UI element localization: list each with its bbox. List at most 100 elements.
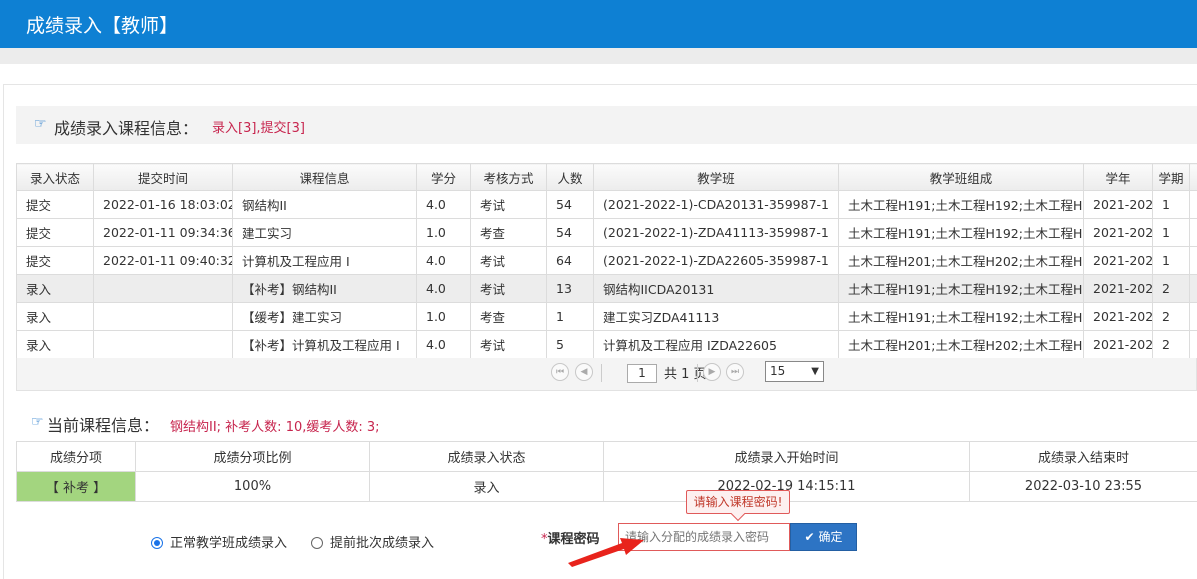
table-cell: 土木工程H191;土木工程H192;土木工程H — [838, 274, 1084, 303]
table-row[interactable]: 提交 2022-01-16 18:03:02 钢结构II 4.0 考试 54 (2021-2… — [16, 190, 1197, 219]
last-page-icon[interactable]: ⏭ — [726, 363, 744, 381]
table-cell: 【补考】钢结构II — [232, 274, 417, 303]
table-cell-spacer — [1189, 274, 1197, 303]
table-cell: 2022-01-11 09:40:32 — [93, 246, 233, 275]
radio-checked-icon[interactable] — [151, 537, 163, 549]
table-cell: 13 — [546, 274, 594, 303]
table-cell: 2021-2022 — [1083, 190, 1153, 219]
table-cell: 64 — [546, 246, 594, 275]
table-header-row: 成绩分项 成绩分项比例 成绩录入状态 成绩录入开始时间 成绩录入结束时 — [16, 441, 1197, 472]
column-header[interactable]: 学年 — [1083, 163, 1153, 191]
course-table: 录入状态 提交时间 课程信息 学分 考核方式 人数 教学班 教学班组成 学年 学… — [16, 163, 1197, 359]
header-divider — [0, 48, 1197, 64]
radio-early-entry[interactable]: 提前批次成绩录入 — [311, 532, 434, 551]
confirm-button[interactable]: ✔ 确定 — [790, 523, 857, 551]
first-page-icon[interactable]: ⏮ — [551, 363, 569, 381]
table-cell: 考试 — [470, 246, 547, 275]
radio-normal-entry[interactable]: 正常教学班成绩录入 — [151, 532, 287, 551]
table-cell-spacer — [1189, 302, 1197, 331]
table-cell: 2 — [1152, 330, 1190, 359]
table-cell: 100% — [135, 471, 370, 502]
table-cell: (2021-2022-1)-ZDA22605-359987-1 — [593, 246, 839, 275]
column-header: 成绩录入状态 — [369, 441, 604, 472]
table-cell: 2021-2022 — [1083, 274, 1153, 303]
course-info-header: ☞ 成绩录入课程信息： 录入[3],提交[3] — [16, 106, 1197, 144]
prev-page-icon[interactable]: ◀ — [575, 363, 593, 381]
pointing-hand-icon: ☞ — [34, 116, 47, 132]
pagination-bar: ⏮ ◀ 1 共 1 页 ▶ ⏭ 15 ▼ — [16, 358, 1197, 391]
page-number-input[interactable]: 1 — [627, 364, 657, 383]
table-cell: 钢结构IICDA20131 — [593, 274, 839, 303]
table-cell: 提交 — [16, 218, 94, 247]
table-cell — [93, 302, 233, 331]
table-cell: 钢结构II — [232, 190, 417, 219]
column-header[interactable]: 教学班组成 — [838, 163, 1084, 191]
table-cell: 54 — [546, 218, 594, 247]
column-header: 成绩分项比例 — [135, 441, 370, 472]
column-header[interactable]: 提交时间 — [93, 163, 233, 191]
table-cell: 1 — [1152, 218, 1190, 247]
table-cell: 【缓考】建工实习 — [232, 302, 417, 331]
annotation-arrow-shape — [568, 538, 644, 567]
table-cell: 5 — [546, 330, 594, 359]
table-cell: 提交 — [16, 246, 94, 275]
table-cell: 2021-2022 — [1083, 218, 1153, 247]
pager-separator — [601, 364, 602, 382]
table-cell: 计算机及工程应用 IZDA22605 — [593, 330, 839, 359]
table-row[interactable]: 提交 2022-01-11 09:40:32 计算机及工程应用 I 4.0 考试 64 (2… — [16, 246, 1197, 275]
table-cell: 土木工程H191;土木工程H192;土木工程H — [838, 218, 1084, 247]
table-row[interactable]: 录入 【补考】钢结构II 4.0 考试 13 钢结构IICDA20131 土木工程H191;… — [16, 274, 1197, 303]
table-cell: 土木工程H201;土木工程H202;土木工程H2 — [838, 330, 1084, 359]
table-cell: 【补考】计算机及工程应用 I — [232, 330, 417, 359]
table-cell: 4.0 — [416, 274, 471, 303]
table-cell: 考试 — [470, 330, 547, 359]
table-cell-spacer — [1189, 218, 1197, 247]
table-cell: 2022-03-10 23:55 — [969, 471, 1197, 502]
radio-unchecked-icon[interactable] — [311, 537, 323, 549]
column-header[interactable]: 录入状态 — [16, 163, 94, 191]
table-cell: 建工实习ZDA41113 — [593, 302, 839, 331]
table-row[interactable]: 提交 2022-01-11 09:34:36 建工实习 1.0 考查 54 (2021-20… — [16, 218, 1197, 247]
table-cell: 4.0 — [416, 246, 471, 275]
grade-item-cell[interactable]: 【 补考 】 — [16, 471, 136, 502]
table-cell: 考试 — [470, 190, 547, 219]
page-title: 成绩录入【教师】 — [26, 15, 179, 37]
table-row[interactable]: 录入 【缓考】建工实习 1.0 考查 1 建工实习ZDA41113 土木工程H191;土木工… — [16, 302, 1197, 331]
confirm-button-label: 确定 — [818, 530, 843, 544]
course-info-label: 成绩录入课程信息： — [54, 119, 199, 138]
radio-label: 提前批次成绩录入 — [330, 536, 435, 551]
table-row[interactable]: 录入 【补考】计算机及工程应用 I 4.0 考试 5 计算机及工程应用 IZDA22605… — [16, 330, 1197, 359]
table-cell — [93, 274, 233, 303]
column-header[interactable]: 课程信息 — [232, 163, 417, 191]
table-cell: 土木工程H191;土木工程H192;土木工程H — [838, 302, 1084, 331]
table-cell: 土木工程H201;土木工程H202;土木工程H2 — [838, 246, 1084, 275]
radio-label: 正常教学班成绩录入 — [170, 536, 288, 551]
next-page-icon[interactable]: ▶ — [703, 363, 721, 381]
table-cell: 1 — [1152, 190, 1190, 219]
grade-item-table: 成绩分项 成绩分项比例 成绩录入状态 成绩录入开始时间 成绩录入结束时 【 补考… — [16, 441, 1197, 502]
table-header-row: 录入状态 提交时间 课程信息 学分 考核方式 人数 教学班 教学班组成 学年 学… — [16, 163, 1197, 191]
column-header[interactable]: 考核方式 — [470, 163, 547, 191]
column-header[interactable]: 学分 — [416, 163, 471, 191]
column-header: 成绩分项 — [16, 441, 136, 472]
table-cell: (2021-2022-1)-CDA20131-359987-1 — [593, 190, 839, 219]
table-cell: 土木工程H191;土木工程H192;土木工程H — [838, 190, 1084, 219]
table-cell: 1 — [546, 302, 594, 331]
column-header[interactable]: 教学班 — [593, 163, 839, 191]
validation-tooltip: 请输入课程密码! — [686, 490, 790, 514]
table-cell: 建工实习 — [232, 218, 417, 247]
pager-separator — [697, 364, 698, 382]
table-row[interactable]: 【 补考 】 100% 录入 2022-02-19 14:15:11 2022-… — [16, 471, 1197, 502]
current-course-summary: 钢结构II; 补考人数: 10,缓考人数: 3; — [170, 420, 380, 435]
column-header[interactable]: 人数 — [546, 163, 594, 191]
page-size-value: 15 — [770, 364, 786, 378]
table-cell: 录入 — [16, 274, 94, 303]
table-cell: 4.0 — [416, 190, 471, 219]
page-size-select[interactable]: 15 ▼ — [765, 361, 824, 382]
column-header[interactable]: 学期 — [1152, 163, 1190, 191]
check-icon: ✔ — [804, 530, 815, 544]
table-cell: 提交 — [16, 190, 94, 219]
table-cell: 2 — [1152, 274, 1190, 303]
page-total: 共 1 页 — [664, 367, 707, 382]
table-cell: 2021-2022 — [1083, 330, 1153, 359]
